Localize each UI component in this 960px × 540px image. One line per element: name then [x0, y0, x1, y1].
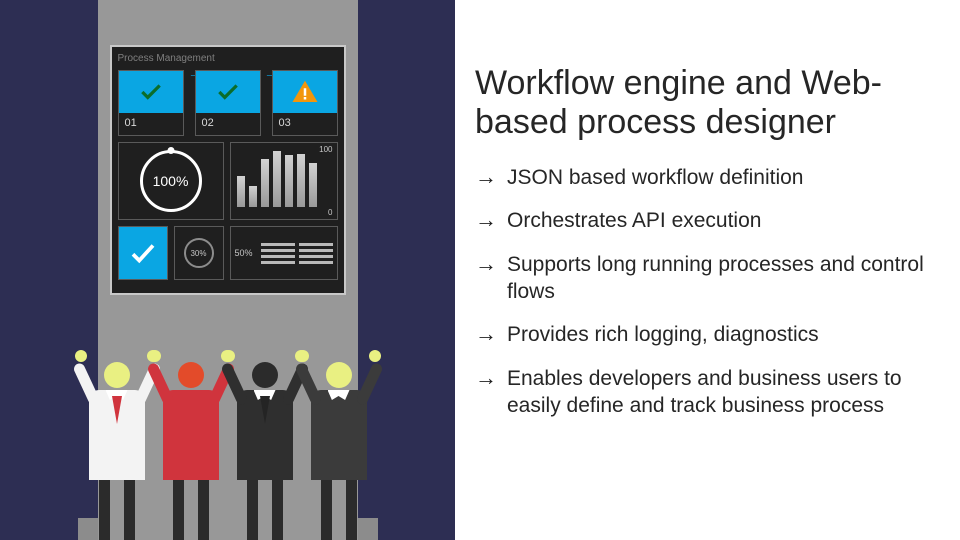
check-icon: [119, 71, 183, 113]
bullet-text: Orchestrates API execution: [507, 207, 761, 234]
process-tile-3: 03: [272, 70, 338, 136]
person-3: [230, 362, 300, 540]
content-panel: Workflow engine and Web-based process de…: [455, 0, 960, 540]
torso: [311, 390, 367, 480]
head-icon: [326, 362, 352, 388]
metrics-row: 100% 100 0: [118, 142, 338, 220]
gauge-value: 100%: [140, 150, 202, 212]
people-illustration: [78, 310, 378, 540]
dashboard-title: Process Management: [118, 53, 338, 64]
person-2: [156, 362, 226, 540]
chart-bar: [273, 151, 281, 207]
arrow-right-icon: →: [475, 207, 497, 233]
process-tiles: 01 → 02 →: [118, 70, 338, 136]
mini-gauge-widget: 30%: [174, 226, 224, 280]
list-lines-icon: [299, 243, 333, 264]
status-ok-widget: [118, 226, 168, 280]
tile-3-label: 03: [273, 113, 337, 133]
bullet-text: Enables developers and business users to…: [507, 365, 940, 420]
chart-bar: [297, 154, 305, 207]
warning-icon: [273, 71, 337, 113]
tile-2-label: 02: [196, 113, 260, 133]
chart-bar: [309, 163, 317, 207]
chart-bar: [249, 186, 257, 207]
arrow-right-icon: →: [475, 251, 497, 277]
page-title: Workflow engine and Web-based process de…: [475, 64, 940, 142]
chart-y-min: 0: [328, 208, 332, 217]
list-widget: 50%: [230, 226, 338, 280]
torso: [89, 390, 145, 480]
summary-row: 30% 50%: [118, 226, 338, 280]
chart-bar: [237, 176, 245, 207]
tile-1-label: 01: [119, 113, 183, 133]
list-pct: 50%: [235, 248, 253, 258]
bullet-text: JSON based workflow definition: [507, 164, 803, 191]
person-1: [82, 362, 152, 540]
chart-bar: [261, 159, 269, 207]
illustration-panel: Process Management 01 → 02 →: [0, 0, 455, 540]
head-icon: [252, 362, 278, 388]
bullet-item: → JSON based workflow definition: [475, 164, 940, 191]
process-tile-1: 01: [118, 70, 184, 136]
head-icon: [104, 362, 130, 388]
torso: [163, 390, 219, 480]
bullet-item: → Provides rich logging, diagnostics: [475, 321, 940, 348]
server-rack: Process Management 01 → 02 →: [78, 0, 378, 540]
bullet-item: → Supports long running processes and co…: [475, 251, 940, 306]
bullet-item: → Orchestrates API execution: [475, 207, 940, 234]
arrow-right-icon: →: [475, 365, 497, 391]
bullet-text: Provides rich logging, diagnostics: [507, 321, 819, 348]
gauge-widget: 100%: [118, 142, 224, 220]
chart-y-max: 100: [319, 145, 332, 154]
dashboard-screen: Process Management 01 → 02 →: [110, 45, 346, 295]
bullet-text: Supports long running processes and cont…: [507, 251, 940, 306]
chart-bar: [285, 155, 293, 207]
mini-gauge-value: 30%: [184, 238, 214, 268]
head-icon: [178, 362, 204, 388]
bar-chart-widget: 100 0: [230, 142, 338, 220]
arrow-right-icon: →: [475, 164, 497, 190]
check-icon: [196, 71, 260, 113]
bullet-item: → Enables developers and business users …: [475, 365, 940, 420]
list-lines-icon: [261, 243, 295, 264]
person-4: [304, 362, 374, 540]
arrow-right-icon: →: [475, 321, 497, 347]
process-tile-2: 02: [195, 70, 261, 136]
check-icon: [119, 227, 167, 279]
torso: [237, 390, 293, 480]
